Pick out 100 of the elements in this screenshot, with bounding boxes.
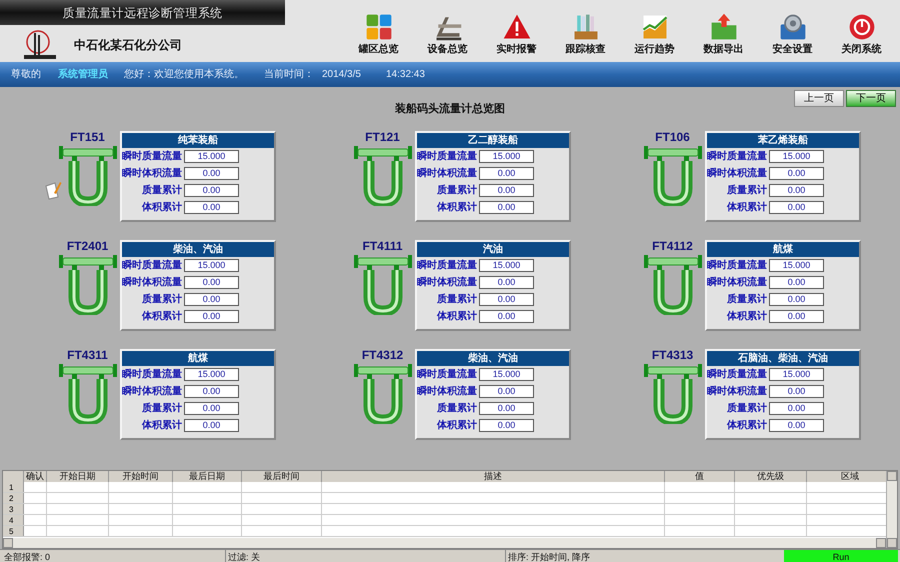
folder-export-icon	[708, 12, 738, 42]
reading-value: 0.00	[769, 184, 824, 197]
reading-label: 质量累计	[726, 184, 768, 198]
toolbar-button[interactable]: 罐区总览	[344, 12, 413, 62]
status-text: 排序: 开始时间, 降序	[507, 551, 592, 562]
status-text: 全部报警: 0	[0, 550, 226, 562]
reading-label: 体积累计	[436, 310, 478, 324]
time-label: 当前时间：	[264, 68, 315, 82]
toolbar-button[interactable]: 数据导出	[689, 12, 758, 62]
reading-label: 瞬时质量流量	[707, 149, 768, 164]
reading-value: 0.00	[479, 419, 534, 432]
reading-value: 15.000	[769, 368, 824, 381]
card-title: 纯苯装船	[122, 133, 274, 148]
reading-value: 0.00	[184, 385, 239, 398]
reading-label: 瞬时体积流量	[122, 166, 183, 181]
flowmeter-drawing	[644, 144, 702, 206]
horizontal-scrollbar[interactable]	[3, 538, 886, 548]
column-header[interactable]: 开始日期	[47, 471, 109, 482]
reading-value: 15.000	[479, 259, 534, 272]
page-button[interactable]: 上一页	[794, 90, 844, 107]
card-title: 苯乙烯装船	[707, 133, 859, 148]
toolbar-button[interactable]: 关闭系统	[827, 12, 896, 62]
flowmeter-drawing	[644, 362, 702, 424]
reading-value: 0.00	[769, 167, 824, 180]
toolbar-button[interactable]: 运行趋势	[620, 12, 689, 62]
company-name: 中石化某石化分公司	[74, 37, 182, 54]
reading-label: 瞬时质量流量	[122, 258, 183, 273]
reading-value: 15.000	[479, 368, 534, 381]
meter-tag: FT151	[70, 131, 105, 144]
reading-label: 瞬时体积流量	[417, 275, 478, 290]
column-header[interactable]: 描述	[322, 471, 665, 482]
reading-value: 0.00	[479, 184, 534, 197]
flowmeter-drawing	[58, 144, 116, 206]
date-text: 2014/3/5	[322, 68, 362, 82]
card-title: 乙二醇装船	[417, 133, 569, 148]
user-name: 系统管理员	[58, 68, 109, 82]
reading-value: 0.00	[184, 310, 239, 323]
reading-label: 瞬时质量流量	[417, 367, 478, 382]
meter-tag: FT4112	[652, 240, 693, 253]
toolbar-button[interactable]: 实时报警	[482, 12, 551, 62]
reading-label: 瞬时体积流量	[417, 384, 478, 399]
column-header[interactable]: 最后日期	[173, 471, 242, 482]
notepad-icon[interactable]	[45, 181, 62, 200]
meter-tag: FT4311	[67, 349, 108, 362]
reading-label: 瞬时体积流量	[707, 384, 768, 399]
reading-label: 质量累计	[141, 292, 183, 307]
toolbar-button[interactable]: 跟踪核查	[551, 12, 620, 62]
tiles-icon	[364, 12, 394, 42]
reading-label: 瞬时体积流量	[122, 275, 183, 290]
reading-label: 体积累计	[140, 310, 183, 324]
reading-label: 体积累计	[436, 418, 478, 433]
reading-label: 瞬时质量流量	[122, 367, 183, 382]
time-text: 14:32:43	[386, 68, 425, 82]
reading-value: 0.00	[769, 276, 824, 289]
welcome-text: 您好：欢迎您使用本系统。	[124, 68, 245, 82]
status-text: 过滤: 关	[226, 550, 506, 562]
card-title: 柴油、汽油	[417, 351, 569, 366]
window-title: 质量流量计远程诊断管理系统	[0, 0, 285, 25]
reading-label: 体积累计	[140, 418, 183, 433]
toolbar-button[interactable]: 设备总览	[413, 12, 482, 62]
reading-value: 0.00	[769, 201, 824, 214]
reading-value: 0.00	[769, 293, 824, 306]
power-icon	[846, 12, 876, 42]
column-header[interactable]: 确认	[24, 471, 47, 482]
reading-value: 0.00	[184, 402, 239, 415]
column-header[interactable]: 值	[665, 471, 735, 482]
flowmeter-drawing	[644, 253, 702, 315]
vertical-scrollbar[interactable]	[886, 471, 897, 548]
reading-label: 质量累计	[436, 292, 478, 307]
row-number: 3	[3, 504, 24, 514]
reading-value: 0.00	[479, 402, 534, 415]
reading-value: 15.000	[184, 259, 239, 272]
reading-value: 0.00	[769, 385, 824, 398]
reading-label: 质量累计	[436, 184, 478, 198]
reading-label: 瞬时质量流量	[122, 149, 183, 164]
gear-icon	[778, 12, 808, 42]
reading-label: 体积累计	[436, 200, 478, 215]
page-button[interactable]: 下一页	[846, 90, 896, 107]
reading-value: 0.00	[184, 184, 239, 197]
column-header[interactable]: 开始时间	[109, 471, 173, 482]
column-header[interactable]: 优先级	[735, 471, 807, 482]
meter-tag: FT4313	[652, 349, 694, 362]
reading-value: 0.00	[479, 201, 534, 214]
reading-label: 瞬时质量流量	[417, 258, 478, 273]
flowmeter-drawing	[58, 362, 116, 424]
reading-label: 体积累计	[140, 200, 183, 215]
card-title: 航煤	[707, 242, 859, 257]
reading-value: 0.00	[184, 293, 239, 306]
reading-label: 体积累计	[726, 200, 768, 215]
reading-label: 瞬时体积流量	[707, 166, 768, 181]
reading-value: 0.00	[184, 419, 239, 432]
row-number: 5	[3, 526, 24, 536]
column-header[interactable]: 最后时间	[242, 471, 322, 482]
reading-label: 体积累计	[726, 418, 768, 433]
reading-value: 15.000	[184, 368, 239, 381]
meter-tag: FT121	[365, 131, 400, 144]
meter-tag: FT4111	[362, 240, 403, 253]
toolbar-button[interactable]: 安全设置	[758, 12, 827, 62]
reading-value: 15.000	[769, 259, 824, 272]
card-title: 汽油	[417, 242, 569, 257]
